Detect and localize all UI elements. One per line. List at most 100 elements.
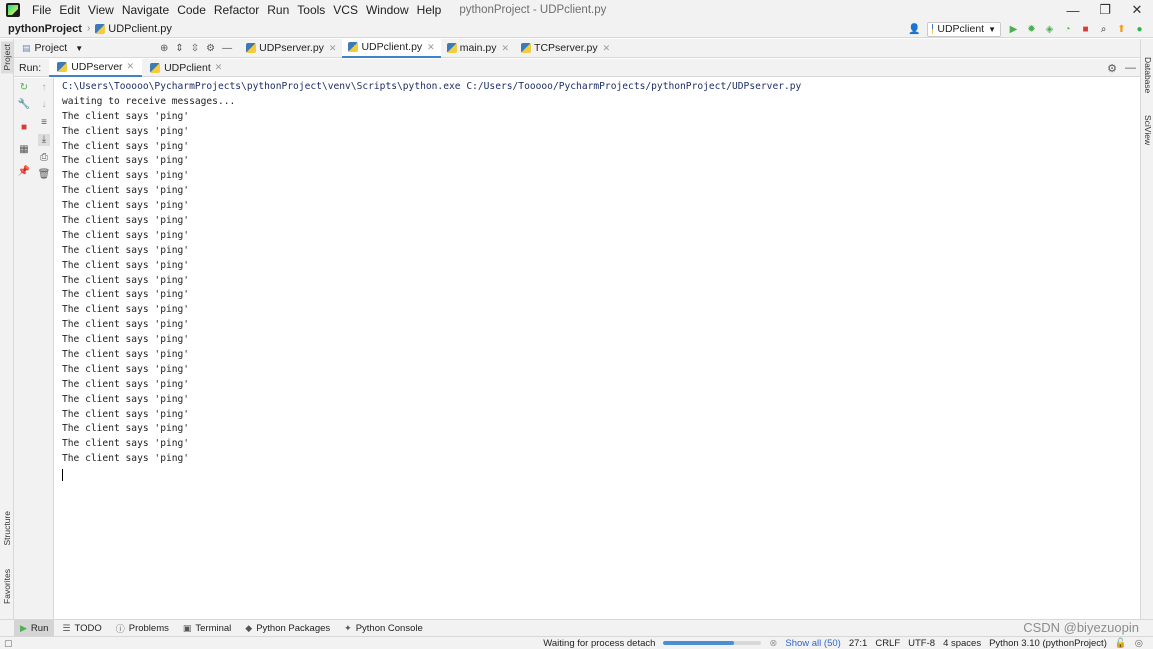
stop-icon[interactable]: ■ xyxy=(18,122,30,134)
console-line: The client says 'ping' xyxy=(62,140,190,152)
menu-code[interactable]: Code xyxy=(173,0,210,20)
tool-tab-sciview[interactable]: SciView xyxy=(1143,115,1153,145)
pycharm-logo-icon xyxy=(6,3,20,17)
project-view-dropdown[interactable]: ▤ Project ▼ xyxy=(14,42,154,54)
show-all-processes-link[interactable]: Show all (50) xyxy=(785,638,840,649)
minimize-button[interactable]: — xyxy=(1057,0,1089,20)
close-window-button[interactable]: ✕ xyxy=(1121,0,1153,20)
stop-icon[interactable]: ■ xyxy=(1080,24,1091,35)
run-tab-udpserver[interactable]: UDPserver ✕ xyxy=(49,58,143,77)
line-ending[interactable]: CRLF xyxy=(875,638,900,649)
console-line: The client says 'ping' xyxy=(62,423,190,435)
python-file-icon xyxy=(348,42,359,52)
python-file-icon xyxy=(521,43,532,53)
close-icon[interactable]: ✕ xyxy=(427,42,435,53)
trash-icon[interactable]: 🗑 xyxy=(38,169,51,181)
indent-setting[interactable]: 4 spaces xyxy=(943,638,981,649)
menu-navigate[interactable]: Navigate xyxy=(118,0,173,20)
hide-icon[interactable]: — xyxy=(222,43,232,54)
search-icon[interactable]: ⌕ xyxy=(1098,24,1109,35)
run-window-actions: ⚙ — xyxy=(1107,59,1136,77)
console-line: The client says 'ping' xyxy=(62,304,190,316)
python-file-icon xyxy=(246,43,257,53)
status-toggle-icon[interactable]: ▢ xyxy=(4,638,13,649)
editor-tab-main-py[interactable]: main.py ✕ xyxy=(441,39,515,58)
locate-icon[interactable]: ⊕ xyxy=(160,43,168,54)
rerun-icon[interactable]: ↻ xyxy=(18,82,30,94)
gear-icon[interactable]: ⚙ xyxy=(206,43,215,54)
layout-icon[interactable]: ▦ xyxy=(18,144,30,156)
wrench-icon[interactable]: 🔧 xyxy=(18,99,30,111)
collapse-all-icon[interactable]: ⇳ xyxy=(191,43,199,54)
close-icon[interactable]: ✕ xyxy=(501,43,509,54)
tool-window-python-console[interactable]: ✦ Python Console xyxy=(338,620,429,636)
close-icon[interactable]: ✕ xyxy=(127,61,135,72)
run-console[interactable]: C:\Users\Tooooo\PycharmProjects\pythonPr… xyxy=(55,78,1140,619)
tool-window-terminal[interactable]: ▣ Terminal xyxy=(177,620,237,636)
menu-edit[interactable]: Edit xyxy=(55,0,84,20)
tool-tab-project[interactable]: Project xyxy=(1,41,13,74)
expand-all-icon[interactable]: ⇕ xyxy=(175,43,183,54)
file-encoding[interactable]: UTF-8 xyxy=(908,638,935,649)
menu-window[interactable]: Window xyxy=(362,0,413,20)
menu-refactor[interactable]: Refactor xyxy=(210,0,263,20)
restore-button[interactable]: ❐ xyxy=(1089,0,1121,20)
menu-view[interactable]: View xyxy=(84,0,118,20)
menu-help[interactable]: Help xyxy=(413,0,446,20)
project-view-tools: ⊕ ⇕ ⇳ ⚙ — xyxy=(160,43,232,54)
menu-file[interactable]: File xyxy=(28,0,55,20)
caret-position[interactable]: 27:1 xyxy=(849,638,868,649)
cancel-process-icon[interactable]: ⊗ xyxy=(769,638,777,649)
close-icon[interactable]: ✕ xyxy=(329,43,337,54)
coverage-icon[interactable]: ◈ xyxy=(1044,24,1055,35)
menu-run[interactable]: Run xyxy=(263,0,293,20)
window-controls: — ❐ ✕ xyxy=(1057,0,1153,20)
console-line: The client says 'ping' xyxy=(62,363,190,375)
update-icon[interactable]: ⬆ xyxy=(1116,24,1127,35)
debug-icon[interactable]: ✹ xyxy=(1026,24,1037,35)
settings-logo-icon[interactable]: ● xyxy=(1134,24,1145,35)
gear-icon[interactable]: ⚙ xyxy=(1107,62,1117,75)
menu-vcs[interactable]: VCS xyxy=(329,0,362,20)
run-config-select[interactable]: UDPclient ▼ xyxy=(927,21,1001,37)
editor-tab-udpclient-py[interactable]: UDPclient.py ✕ xyxy=(342,38,441,58)
tool-window-todo[interactable]: ☰ TODO xyxy=(56,620,107,636)
close-icon[interactable]: ✕ xyxy=(215,62,223,73)
tool-tab-favorites[interactable]: Favorites xyxy=(2,569,12,604)
tool-window-python-packages[interactable]: ◆ Python Packages xyxy=(239,620,336,636)
menu-tools[interactable]: Tools xyxy=(293,0,329,20)
console-line: The client says 'ping' xyxy=(62,244,190,256)
profile-icon[interactable]: ◔ xyxy=(1062,24,1073,35)
tool-tab-structure[interactable]: Structure xyxy=(2,511,12,546)
project-view-label: Project xyxy=(34,42,68,54)
arrow-down-icon[interactable]: ↓ xyxy=(38,99,50,111)
breadcrumb-project[interactable]: pythonProject xyxy=(8,23,82,35)
run-icon[interactable]: ▶ xyxy=(1008,24,1019,35)
run-toolbar: 👤 UDPclient ▼ ▶ ✹ ◈ ◔ ■ ⌕ ⬆ ● xyxy=(908,20,1153,38)
tool-tab-database[interactable]: Database xyxy=(1143,57,1153,93)
breadcrumb-file[interactable]: UDPclient.py xyxy=(108,23,172,35)
run-tab-udpclient[interactable]: UDPclient ✕ xyxy=(142,59,230,77)
close-icon[interactable]: ✕ xyxy=(603,43,611,54)
lock-icon[interactable]: 🔓 xyxy=(1115,638,1127,649)
console-line: The client says 'ping' xyxy=(62,349,190,361)
right-tool-strip: Database SciView xyxy=(1140,39,1153,619)
user-icon[interactable]: 👤 xyxy=(908,24,920,35)
arrow-up-icon[interactable]: ↑ xyxy=(38,82,50,94)
console-line: The client says 'ping' xyxy=(62,289,190,301)
python-interpreter[interactable]: Python 3.10 (pythonProject) xyxy=(989,638,1107,649)
console-command: C:\Users\Tooooo\PycharmProjects\pythonPr… xyxy=(62,81,802,92)
notifications-icon[interactable]: ◎ xyxy=(1135,638,1143,649)
scroll-to-end-icon[interactable]: ⤓ xyxy=(38,134,50,146)
tool-window-problems[interactable]: ⓘ Problems xyxy=(110,620,175,636)
editor-tab-udpserver-py[interactable]: UDPserver.py ✕ xyxy=(240,39,342,58)
status-bar: ▢ Waiting for process detach ⊗ Show all … xyxy=(0,636,1153,649)
editor-tab-tcpserver-py[interactable]: TCPserver.py ✕ xyxy=(515,39,616,58)
main-menu: File Edit View Navigate Code Refactor Run Tools… xyxy=(28,0,445,20)
hide-icon[interactable]: — xyxy=(1125,62,1136,74)
print-icon[interactable]: ⎙ xyxy=(38,152,50,164)
soft-wrap-icon[interactable]: ≡ xyxy=(38,117,50,129)
console-line: The client says 'ping' xyxy=(62,393,190,405)
tool-window-run[interactable]: ▶ Run xyxy=(14,620,55,636)
pin-icon[interactable]: 📌 xyxy=(18,166,30,178)
